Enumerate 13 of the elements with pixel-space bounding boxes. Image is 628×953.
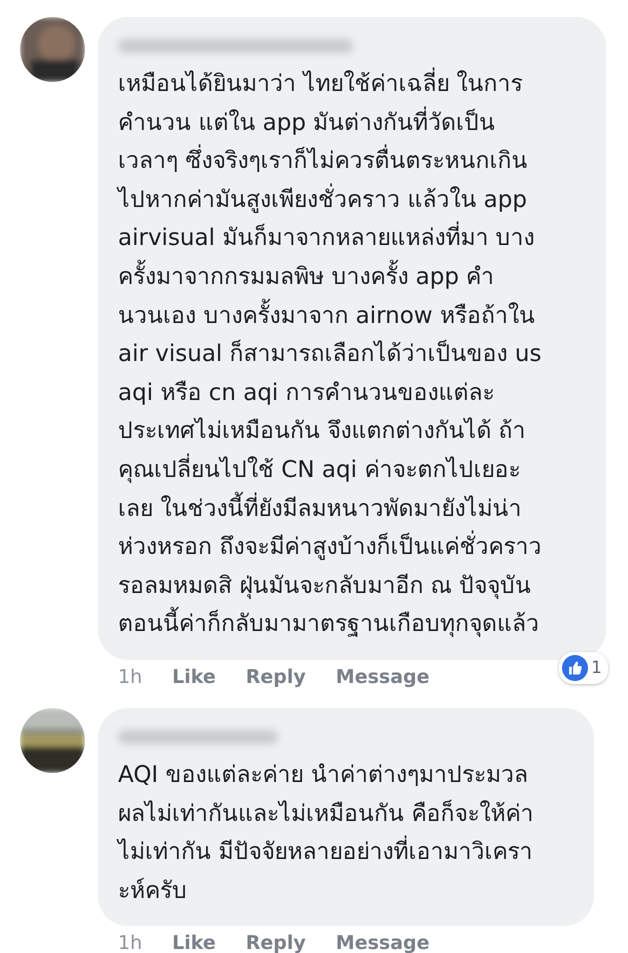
action-link[interactable]: Message (336, 932, 430, 953)
comment-text: AQI ของแต่ละค่าย นำค่าต่างๆมาประมวล ผลไม่เท่ากันและไม่เหมือนกัน คือก็จะให้ค่า ไม่เท่ากัน มีปัจจัยหลายอย่างที่เอามาวิเครา ะห์ครับ (118, 760, 534, 906)
action-link[interactable]: Reply (246, 666, 306, 688)
action-link[interactable]: Reply (246, 932, 306, 953)
action-link[interactable]: Like (172, 666, 216, 688)
comment-text: เหมือนได้ยินมาว่า ไทยใช้ค่าเฉลี่ย ในการ คำนวน แต่ใน app มันต่างกันที่วัดเป็น เวลาๆ ซึ่งจริงๆเราก็ไม่ควรตื่นตระหนกเกิน ไปหากค่ามันสูงเพียงชั่วคราว แล้วใน app airvisual มันก็มาจากหลายแหล่งที่มา บาง ครั้งมาจากกรมมลพิษ บางครั้ง app คำ นวนเอง บางครั้งมาจาก airnow หรือถ้าใน air visual ก็สามารถเลือกได้ว่าเป็นของ us aqi หรือ cn aqi การคำนวนของแต่ละ ประเทศไม่เหมือนกัน จึงแตกต่างกันได้ ถ้า คุณเปลี่ยนไปใช้ CN aqi ค่าจะตกไปเยอะ เลย ในช่วงนี้ที่ยังมีลมหนาวพัดมายังไม่น่า ห่วงหรอก ถึงจะมีค่าสูงบ้างก็เป็นแค่ชั่วคราว รอลมหมดสิ ฝุ่นมันจะกลับมาอีก ณ ปัจจุบัน ตอนนี้ค่าก็กลับมามาตรฐานเกือบทุกจุดแล้ว (118, 65, 586, 644)
timestamp: 1h (118, 932, 142, 953)
thumbs-up-icon (562, 654, 588, 681)
reaction-count: 1 (591, 658, 602, 678)
reaction-badge[interactable]: 1 (559, 652, 608, 684)
timestamp: 1h (118, 666, 142, 688)
action-link[interactable]: Message (336, 666, 430, 688)
action-link[interactable]: Like (172, 932, 216, 953)
